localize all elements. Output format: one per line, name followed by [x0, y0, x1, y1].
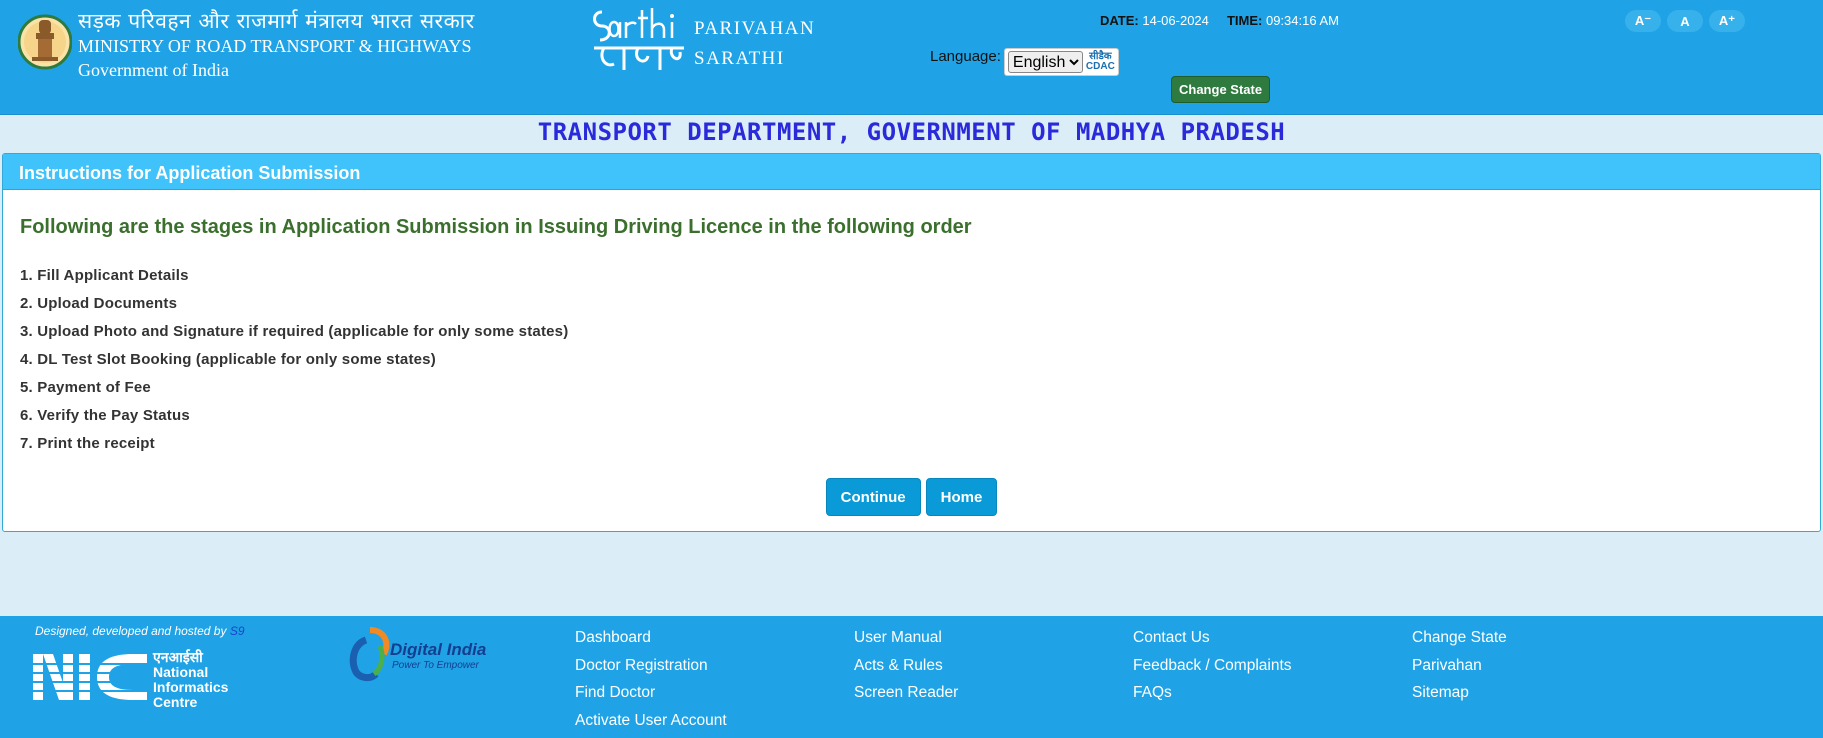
language-selector: Language: English सीडैक CDAC — [930, 48, 1119, 76]
footer-link-parivahan[interactable]: Parivahan — [1412, 655, 1507, 677]
panel-title: Instructions for Application Submission — [3, 154, 1820, 190]
panel-actions: Continue Home — [3, 478, 1820, 516]
home-button[interactable]: Home — [925, 478, 998, 516]
digital-india-text: Digital India — [390, 640, 487, 659]
ministry-name: सड़क परिवहन और राजमार्ग मंत्रालय भारत सर… — [78, 8, 475, 82]
cdac-logo-icon: सीडैक CDAC — [1086, 52, 1115, 72]
nic-text: एनआईसी National Informatics Centre — [153, 650, 228, 710]
nic-line2: Informatics — [153, 679, 229, 695]
nic-line3: Centre — [153, 694, 198, 710]
digital-india-tagline: Power To Empower — [392, 660, 479, 671]
footer-col-2: User Manual Acts & Rules Screen Reader — [854, 627, 958, 704]
designed-by-text: Designed, developed and hosted by — [35, 624, 227, 638]
digital-india-logo: Digital India Power To Empower — [340, 626, 500, 682]
stages-heading: Following are the stages in Application … — [20, 216, 972, 238]
step-item: 4. DL Test Slot Booking (applicable for … — [20, 351, 436, 368]
footer-link-change-state[interactable]: Change State — [1412, 627, 1507, 649]
footer-link-contact-us[interactable]: Contact Us — [1133, 627, 1292, 649]
date-label: DATE: — [1100, 13, 1139, 28]
sarathi-text: SARATHI — [694, 48, 785, 69]
parivahan-text: PARIVAHAN — [694, 18, 816, 39]
footer-link-activate-account[interactable]: Activate User Account — [575, 710, 727, 732]
sarathi-logo-icon — [593, 8, 684, 70]
change-state-button[interactable]: Change State — [1171, 76, 1271, 103]
step-item: 3. Upload Photo and Signature if require… — [20, 323, 569, 340]
designed-by: Designed, developed and hosted by S9 — [35, 624, 245, 638]
footer-link-faqs[interactable]: FAQs — [1133, 682, 1292, 704]
panel-body: Following are the stages in Application … — [3, 190, 1820, 458]
footer-link-find-doctor[interactable]: Find Doctor — [575, 682, 727, 704]
footer-link-doctor-registration[interactable]: Doctor Registration — [575, 655, 727, 677]
font-decrease-button[interactable]: A⁻ — [1625, 10, 1661, 32]
language-label: Language: — [930, 48, 1001, 65]
font-size-controls: A⁻ A A⁺ — [1625, 10, 1745, 32]
step-item: 7. Print the receipt — [20, 435, 155, 452]
footer-link-feedback[interactable]: Feedback / Complaints — [1133, 655, 1292, 677]
government-of-india: Government of India — [78, 60, 229, 80]
footer-col-1: Dashboard Doctor Registration Find Docto… — [575, 627, 727, 731]
nic-logo: एनआईसी National Informatics Centre — [33, 650, 233, 710]
site-footer: Designed, developed and hosted by S9 एनआ… — [0, 616, 1823, 738]
footer-link-screen-reader[interactable]: Screen Reader — [854, 682, 958, 704]
font-normal-button[interactable]: A — [1667, 10, 1703, 32]
parivahan-sarathi-text: PARIVAHAN SARATHI — [694, 14, 815, 74]
step-item: 5. Payment of Fee — [20, 379, 151, 396]
department-title: TRANSPORT DEPARTMENT, GOVERNMENT OF MADH… — [537, 118, 1286, 146]
site-header: सड़क परिवहन और राजमार्ग मंत्रालय भारत सर… — [0, 0, 1823, 115]
time-value: 09:34:16 AM — [1265, 13, 1339, 28]
nic-line1: National — [153, 664, 209, 680]
ministry-english: MINISTRY OF ROAD TRANSPORT & HIGHWAYS — [78, 36, 472, 56]
font-increase-button[interactable]: A⁺ — [1709, 10, 1745, 32]
national-emblem-icon — [18, 14, 72, 70]
footer-col-4: Change State Parivahan Sitemap — [1412, 627, 1507, 704]
footer-link-sitemap[interactable]: Sitemap — [1412, 682, 1507, 704]
step-item: 6. Verify the Pay Status — [20, 407, 190, 424]
footer-link-acts-rules[interactable]: Acts & Rules — [854, 655, 958, 677]
language-box: English सीडैक CDAC — [1003, 48, 1119, 76]
step-item: 1. Fill Applicant Details — [20, 267, 189, 284]
nic-logo-icon — [33, 654, 148, 700]
cdac-english: CDAC — [1085, 61, 1115, 72]
step-item: 2. Upload Documents — [20, 295, 178, 312]
digital-india-logo-icon — [349, 627, 390, 682]
designer-link[interactable]: S9 — [230, 624, 245, 638]
language-select[interactable]: English — [1007, 51, 1083, 73]
ministry-hindi: सड़क परिवहन और राजमार्ग मंत्रालय भारत सर… — [78, 9, 475, 33]
date-value: 14-06-2024 — [1142, 13, 1209, 28]
continue-button[interactable]: Continue — [825, 478, 921, 516]
steps-list: 1. Fill Applicant Details 2. Upload Docu… — [20, 262, 1803, 458]
nic-hindi: एनआईसी — [153, 649, 203, 665]
instructions-panel: Instructions for Application Submission … — [2, 153, 1821, 532]
time-label: TIME: — [1226, 13, 1263, 28]
footer-col-3: Contact Us Feedback / Complaints FAQs — [1133, 627, 1292, 704]
footer-link-dashboard[interactable]: Dashboard — [575, 627, 727, 649]
footer-link-user-manual[interactable]: User Manual — [854, 627, 958, 649]
date-time: DATE: 14-06-2024 TIME: 09:34:16 AM — [1100, 13, 1339, 28]
